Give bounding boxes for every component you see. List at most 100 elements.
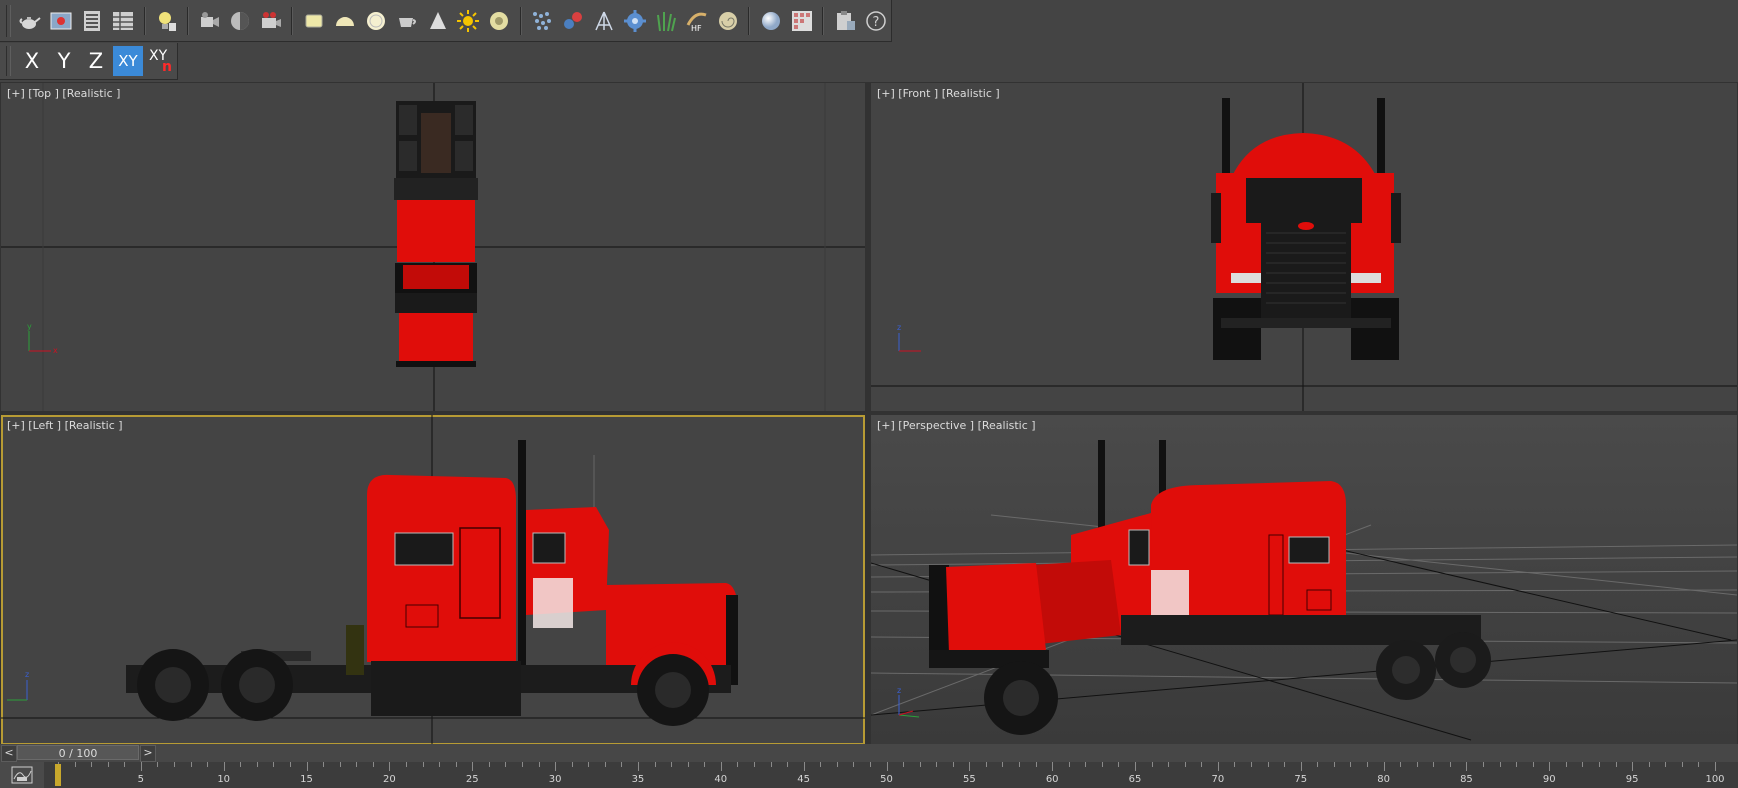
torus-icon[interactable]: [486, 6, 513, 36]
time-slider-thumb[interactable]: 0 / 100: [17, 745, 139, 760]
plane-icon[interactable]: [300, 6, 327, 36]
curve-editor-icon[interactable]: [0, 762, 44, 788]
ruler-tick-label: 90: [1542, 774, 1556, 785]
shell-icon[interactable]: [714, 6, 741, 36]
particle-icon[interactable]: [529, 6, 556, 36]
time-slider-next-button[interactable]: >: [140, 745, 156, 762]
toolbar-separator: [143, 6, 146, 35]
ruler-tick: [1615, 762, 1617, 767]
ruler-tick: [1715, 762, 1716, 771]
ruler-tick: [1300, 762, 1302, 771]
viewport-label-left[interactable]: [+] [Left ] [Realistic ]: [7, 419, 123, 432]
help-icon[interactable]: ?: [862, 6, 889, 36]
toolbar-separator: [291, 6, 294, 35]
sphere-ring-icon[interactable]: [362, 6, 389, 36]
cone-icon[interactable]: [424, 6, 451, 36]
ruler-tick-label: 55: [962, 774, 976, 785]
ruler-tick: [1516, 762, 1518, 767]
ruler-tick: [273, 762, 275, 767]
sky-light-icon[interactable]: [226, 6, 253, 36]
constrain-x-button[interactable]: X: [17, 46, 47, 76]
toolbar-separator: [822, 6, 825, 35]
clipboard-icon[interactable]: [831, 6, 858, 36]
viewport-front[interactable]: z [+] [Front ] [Realistic ]: [871, 83, 1737, 411]
ruler-tick: [190, 762, 192, 767]
viewport-label-front[interactable]: [+] [Front ] [Realistic ]: [877, 87, 1000, 100]
ruler-tick-label: 60: [1045, 774, 1059, 785]
ruler-tick: [1118, 762, 1120, 767]
toolbar-grip[interactable]: [6, 4, 11, 37]
ruler-tick: [505, 762, 507, 767]
ruler-tick: [1648, 762, 1650, 767]
ruler-tick: [687, 762, 689, 767]
ruler-tick: [1217, 762, 1219, 771]
ruler-tick: [124, 762, 126, 767]
ruler-tick-label: 95: [1625, 774, 1639, 785]
toolbar-grip[interactable]: [6, 46, 11, 76]
teacup-icon[interactable]: [393, 6, 420, 36]
viewport-label-top[interactable]: [+] [Top ] [Realistic ]: [7, 87, 120, 100]
ruler-tick: [654, 762, 656, 767]
render-frame-icon[interactable]: [48, 6, 75, 36]
ruler-tick: [538, 762, 540, 767]
ruler-tick: [1499, 762, 1501, 767]
ruler-tick: [1582, 762, 1584, 767]
track-bar[interactable]: 0510152025303540455055606570758085909510…: [0, 762, 1738, 788]
ruler-tick: [74, 762, 76, 767]
ruler-tick: [306, 762, 308, 771]
ruler-tick-label: 45: [797, 774, 811, 785]
ruler-tick: [555, 762, 557, 771]
grass-icon[interactable]: [653, 6, 680, 36]
ruler-tick: [339, 762, 341, 767]
viewport-label-perspective[interactable]: [+] [Perspective ] [Realistic ]: [877, 419, 1036, 432]
ruler-tick: [372, 762, 374, 767]
ruler-tick: [803, 762, 805, 771]
ruler-tick: [753, 762, 755, 767]
light-lister-icon[interactable]: [153, 6, 180, 36]
hair-icon[interactable]: HF: [684, 6, 711, 36]
material-grid-icon[interactable]: [788, 6, 815, 36]
teapot-icon[interactable]: [17, 6, 44, 36]
scene-explorer-icon[interactable]: [110, 6, 137, 36]
video-camera-icon[interactable]: [257, 6, 284, 36]
constrain-y-button[interactable]: Y: [49, 46, 79, 76]
axis-constraints-toolbar: X Y Z XY XY n: [0, 43, 178, 80]
material-sphere-icon[interactable]: [757, 6, 784, 36]
tripod-icon[interactable]: [591, 6, 618, 36]
camera-icon[interactable]: [196, 6, 223, 36]
sun-icon[interactable]: [455, 6, 482, 36]
gear-icon[interactable]: [622, 6, 649, 36]
molecule-icon[interactable]: [560, 6, 587, 36]
svg-text:z: z: [897, 686, 901, 695]
constrain-xy-button[interactable]: XY: [113, 46, 143, 76]
viewport-top[interactable]: y x [+] [Top ] [Realistic ]: [1, 83, 865, 411]
viewport-perspective[interactable]: z [+] [Perspective ] [Realistic ]: [871, 415, 1737, 745]
constrain-xy-cycle-button[interactable]: XY n: [145, 46, 175, 76]
ruler-tick: [1035, 762, 1037, 767]
hemisphere-icon[interactable]: [331, 6, 358, 36]
constrain-z-button[interactable]: Z: [81, 46, 111, 76]
ruler-tick: [770, 762, 772, 767]
ruler-tick: [869, 762, 871, 767]
ruler-tick: [969, 762, 971, 771]
viewport-left[interactable]: z [+] [Left ] [Realistic ]: [1, 415, 865, 745]
ruler-tick: [571, 762, 573, 767]
render-setup-icon[interactable]: [79, 6, 106, 36]
ruler-tick-label: 35: [631, 774, 645, 785]
ruler-tick: [439, 762, 441, 767]
time-slider-prev-button[interactable]: <: [1, 745, 17, 762]
ruler-tick: [1383, 762, 1385, 771]
time-slider[interactable]: < 0 / 100 >: [0, 744, 1738, 762]
ruler-tick: [637, 762, 639, 771]
ruler-tick: [256, 762, 258, 767]
ruler-tick: [787, 762, 789, 767]
ruler-tick: [836, 762, 838, 767]
ruler-tick: [1549, 762, 1551, 771]
ruler-tick: [1466, 762, 1468, 771]
ruler-tick: [1565, 762, 1567, 767]
ruler-tick: [1052, 762, 1054, 771]
ruler-tick: [389, 762, 391, 771]
current-frame-marker[interactable]: [55, 764, 61, 786]
ruler-tick: [853, 762, 855, 767]
ruler-tick: [157, 762, 159, 767]
